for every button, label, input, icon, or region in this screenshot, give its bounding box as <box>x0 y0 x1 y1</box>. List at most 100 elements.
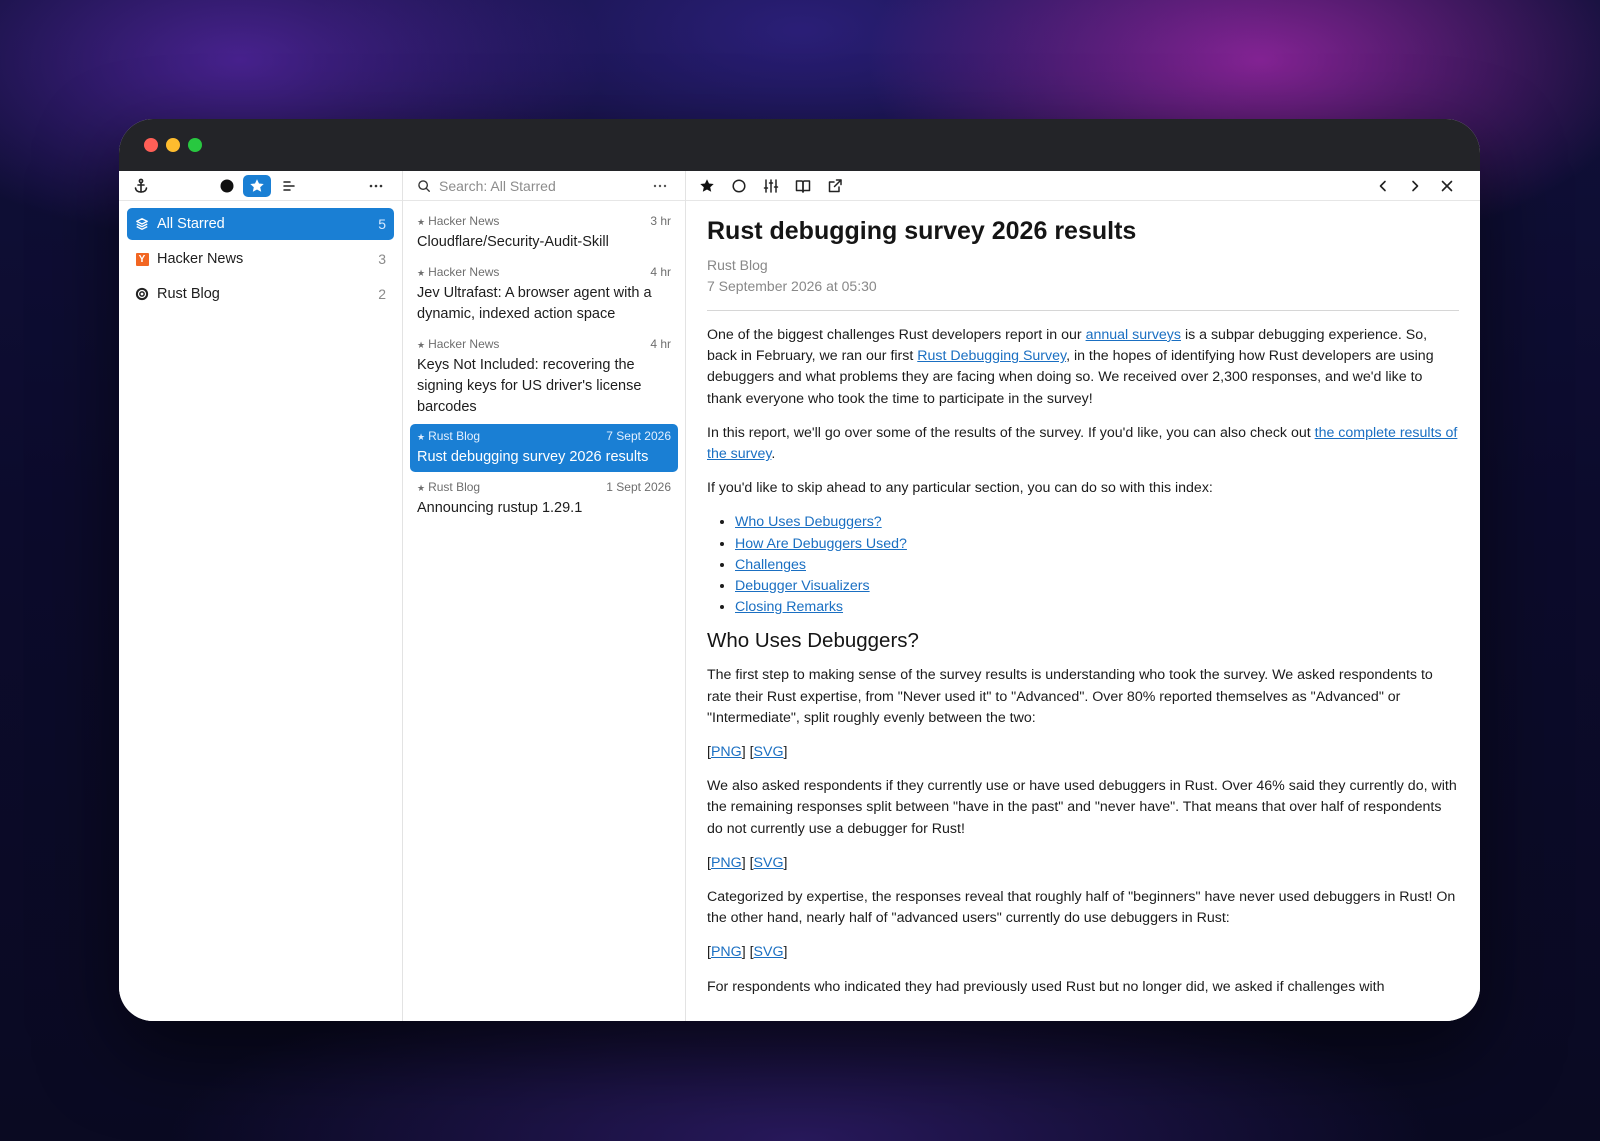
paragraph: Categorized by expertise, the responses … <box>707 889 1456 927</box>
reader-toolbar <box>686 171 1480 201</box>
sidebar-item-label: All Starred <box>157 216 225 232</box>
paragraph: The first step to making sense of the su… <box>707 667 1433 726</box>
list-item: How Are Debuggers Used? <box>735 534 1459 555</box>
star-icon: ★ <box>417 483 426 493</box>
section-heading: Who Uses Debuggers? <box>707 629 919 653</box>
layers-icon <box>135 217 149 231</box>
png-link[interactable]: PNG <box>711 944 742 960</box>
title-bar <box>119 119 1480 171</box>
search-icon <box>418 180 430 192</box>
star-icon: ★ <box>417 268 426 278</box>
sidebar: All Starred 5 Y Hacker News 3 Rust Blog … <box>119 171 403 1021</box>
close-icon[interactable] <box>1437 176 1457 196</box>
adjustments-icon[interactable] <box>761 176 781 196</box>
list-item: Challenges <box>735 555 1459 576</box>
article-source: Hacker News <box>428 214 500 228</box>
list-item[interactable]: ★ Rust Blog 1 Sept 2026 Announcing rustup … <box>410 475 678 523</box>
unread-count: 5 <box>378 216 386 232</box>
article-time: 1 Sept 2026 <box>606 480 671 494</box>
list-toolbar: Search: All Starred <box>403 171 685 201</box>
minimize-window-button[interactable] <box>166 138 180 152</box>
image-links: [PNG] [SVG] <box>707 744 788 761</box>
app-window: All Starred 5 Y Hacker News 3 Rust Blog … <box>119 119 1480 1021</box>
svg-link[interactable]: SVG <box>754 855 784 871</box>
png-link[interactable]: PNG <box>711 744 742 760</box>
rust-icon <box>135 287 149 301</box>
maximize-window-button[interactable] <box>188 138 202 152</box>
debugging-survey-link[interactable]: Rust Debugging Survey <box>917 348 1066 364</box>
search-placeholder: Search: All Starred <box>439 178 556 194</box>
article-title: Rust debugging survey 2026 results <box>417 449 649 465</box>
list-item[interactable]: ★ Hacker News 4 hr Keys Not Included: reco… <box>410 332 678 422</box>
list-item-selected[interactable]: ★ Rust Blog 7 Sept 2026 Rust debugging sur… <box>410 424 678 472</box>
article-title: Jev Ultrafast: A browser agent with a dy… <box>417 285 652 322</box>
index-link-challenges[interactable]: Challenges <box>735 557 806 573</box>
article-time: 3 hr <box>650 214 671 228</box>
divider <box>707 310 1459 311</box>
paragraph: If you'd like to skip ahead to any parti… <box>707 480 1213 497</box>
list-item[interactable]: ★ Hacker News 3 hr Cloudflare/Security-Aud… <box>410 209 678 257</box>
sort-icon[interactable] <box>279 176 299 196</box>
star-icon[interactable] <box>697 176 717 196</box>
list-item: Closing Remarks <box>735 597 1459 618</box>
article-source: Rust Blog <box>707 257 768 273</box>
article-title: Keys Not Included: recovering the signin… <box>417 357 642 415</box>
star-icon: ★ <box>417 432 426 442</box>
paragraph: For respondents who indicated they had p… <box>707 978 1385 995</box>
list-item: Debugger Visualizers <box>735 576 1459 597</box>
index-link-who-uses[interactable]: Who Uses Debuggers? <box>735 514 882 530</box>
index-link-how-used[interactable]: How Are Debuggers Used? <box>735 536 907 552</box>
article-date: 7 September 2026 at 05:30 <box>707 278 877 294</box>
hacker-news-icon: Y <box>135 252 149 266</box>
reader-view-icon[interactable] <box>793 176 813 196</box>
star-icon: ★ <box>417 340 426 350</box>
list-more-icon[interactable] <box>650 176 670 196</box>
search-input[interactable]: Search: All Starred <box>417 171 556 201</box>
list-item[interactable]: ★ Hacker News 4 hr Jev Ultrafast: A browse… <box>410 260 678 329</box>
annual-surveys-link[interactable]: annual surveys <box>1086 327 1181 343</box>
starred-filter-button[interactable] <box>243 175 271 197</box>
article-content: Rust debugging survey 2026 results Rust … <box>686 202 1480 1021</box>
section-index: Who Uses Debuggers? How Are Debuggers Us… <box>735 512 1459 618</box>
previous-article-icon[interactable] <box>1373 176 1393 196</box>
unread-count: 3 <box>378 251 386 267</box>
unread-count: 2 <box>378 286 386 302</box>
article-title: Announcing rustup 1.29.1 <box>417 500 583 516</box>
sidebar-item-label: Hacker News <box>157 251 244 267</box>
index-link-closing[interactable]: Closing Remarks <box>735 599 843 615</box>
article-source: Rust Blog <box>428 429 481 443</box>
paragraph: In this report, we'll go over some of th… <box>707 424 1458 463</box>
mark-unread-icon[interactable] <box>729 176 749 196</box>
article-source: Rust Blog <box>428 480 481 494</box>
article-source: Hacker News <box>428 265 500 279</box>
next-article-icon[interactable] <box>1405 176 1425 196</box>
close-window-button[interactable] <box>144 138 158 152</box>
star-icon: ★ <box>417 217 426 227</box>
index-link-visualizers[interactable]: Debugger Visualizers <box>735 578 870 594</box>
article-time: 4 hr <box>650 337 671 351</box>
sidebar-item-rust-blog[interactable]: Rust Blog 2 <box>127 278 394 310</box>
image-links: [PNG] [SVG] <box>707 854 788 871</box>
sidebar-item-all-starred[interactable]: All Starred 5 <box>127 208 394 240</box>
png-link[interactable]: PNG <box>711 855 742 871</box>
open-external-icon[interactable] <box>825 176 845 196</box>
paragraph: One of the biggest challenges Rust devel… <box>707 327 1434 407</box>
article-time: 7 Sept 2026 <box>606 429 671 443</box>
list-item: Who Uses Debuggers? <box>735 512 1459 533</box>
sidebar-toolbar <box>119 171 402 201</box>
more-options-icon[interactable] <box>366 176 386 196</box>
svg-link[interactable]: SVG <box>754 944 784 960</box>
sidebar-item-label: Rust Blog <box>157 286 220 302</box>
anchor-icon[interactable] <box>131 176 151 196</box>
article-source: Hacker News <box>428 337 500 351</box>
article-title: Rust debugging survey 2026 results <box>707 217 1137 245</box>
article-title: Cloudflare/Security-Audit-Skill <box>417 234 609 250</box>
unread-filter-icon[interactable] <box>217 176 237 196</box>
image-links: [PNG] [SVG] <box>707 944 788 961</box>
svg-link[interactable]: SVG <box>754 744 784 760</box>
paragraph: We also asked respondents if they curren… <box>707 778 1457 837</box>
sidebar-item-hacker-news[interactable]: Y Hacker News 3 <box>127 243 394 275</box>
reader-pane: Rust debugging survey 2026 results Rust … <box>686 171 1480 1021</box>
article-time: 4 hr <box>650 265 671 279</box>
article-list: Search: All Starred ★ Hacker News 3 hr Clo… <box>403 171 686 1021</box>
